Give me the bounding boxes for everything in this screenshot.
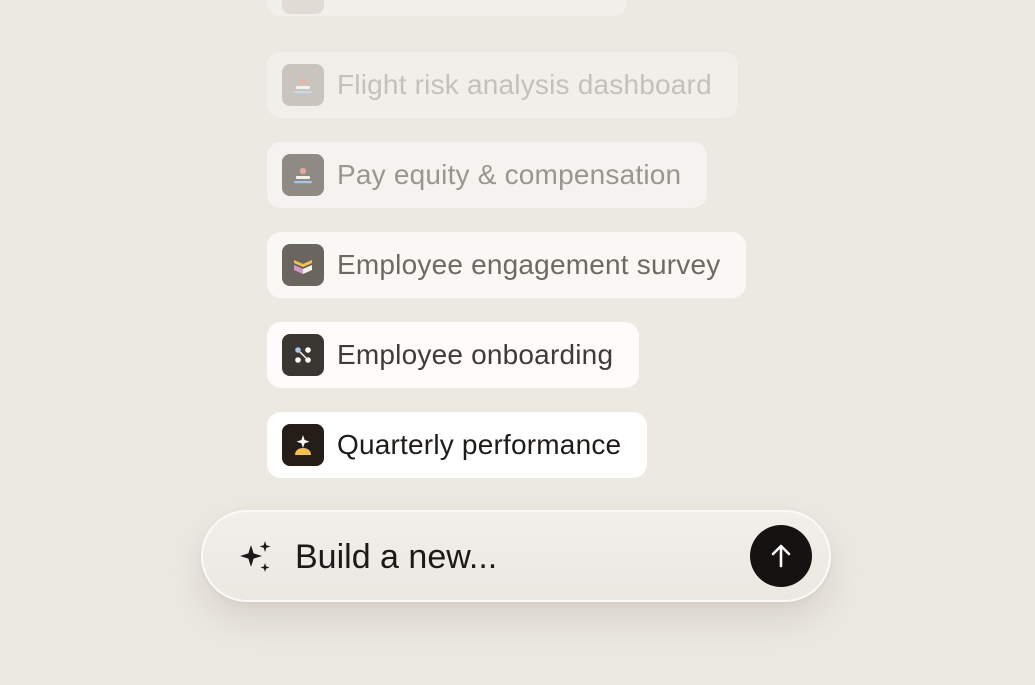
build-input[interactable]: Build a new... [295, 534, 497, 580]
faded-tile-icon [282, 0, 324, 14]
send-button[interactable] [750, 525, 812, 587]
suggestion-label: Employee engagement survey [337, 249, 721, 280]
faded-suggestion [267, 0, 627, 16]
sparkle-icon [240, 541, 271, 572]
build-composer[interactable]: Build a new... [201, 510, 831, 602]
book-chevron-icon [282, 244, 324, 286]
star-person-icon [282, 424, 324, 466]
suggestion-label: Flight risk analysis dashboard [337, 69, 712, 100]
podium-icon [282, 64, 324, 106]
suggestion-quarterly-performance[interactable]: Quarterly performance [267, 412, 648, 478]
suggestion-onboarding[interactable]: Employee onboarding [267, 322, 640, 388]
dots-grid-icon [282, 334, 324, 376]
suggestion-engagement-survey[interactable]: Employee engagement survey [267, 232, 747, 298]
suggestion-label: Pay equity & compensation [337, 159, 682, 190]
suggestion-label: Employee onboarding [337, 339, 614, 370]
suggestion-label: Quarterly performance [337, 429, 622, 460]
suggestion-flight-risk[interactable]: Flight risk analysis dashboard [267, 52, 738, 118]
app-stage: Flight risk analysis dashboard Pay equit… [0, 0, 1035, 685]
suggestion-pay-equity[interactable]: Pay equity & compensation [267, 142, 708, 208]
arrow-up-icon [771, 544, 791, 568]
podium-icon [282, 154, 324, 196]
